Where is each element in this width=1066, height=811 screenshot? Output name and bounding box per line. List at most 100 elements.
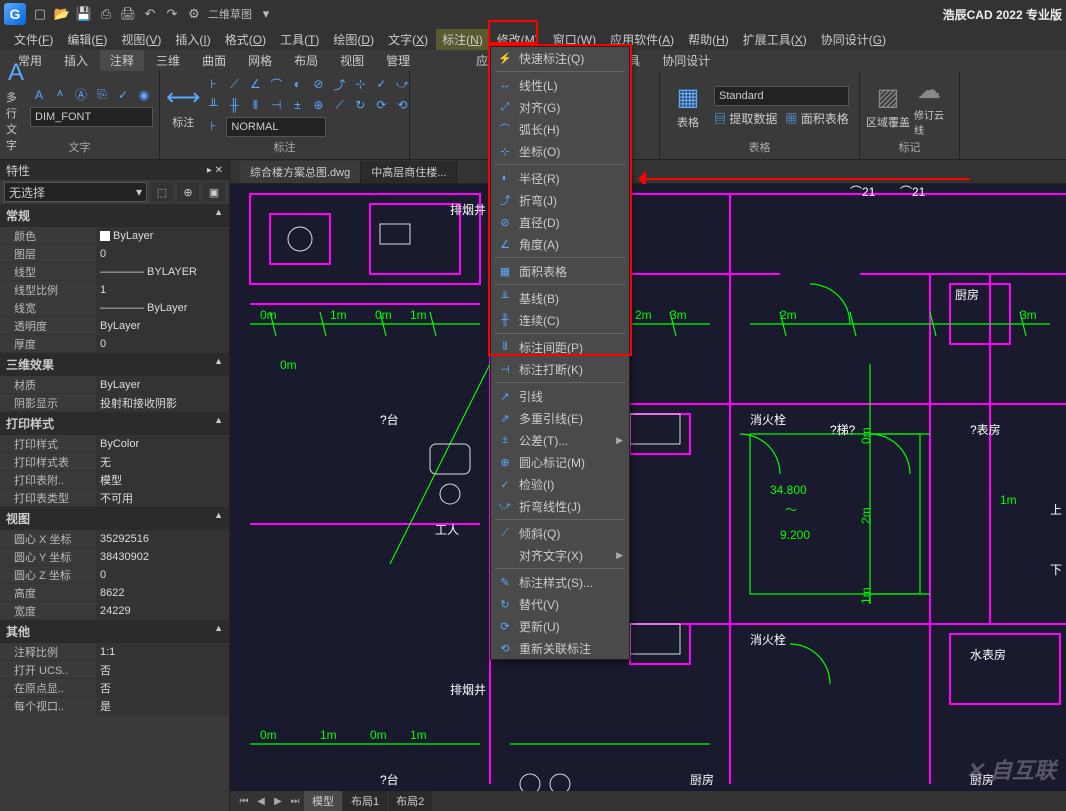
layout-prev-icon[interactable]: ◀ [253, 796, 269, 807]
ribbon-tab-9[interactable] [422, 59, 442, 63]
menu-item-角度(A)[interactable]: ∠角度(A) [491, 233, 629, 255]
prop-row[interactable]: 每个视口..是 [0, 697, 229, 715]
qat-redo-icon[interactable]: ↷ [164, 6, 180, 22]
prop-row[interactable]: 打印样式表无 [0, 453, 229, 471]
layout-2-tab[interactable]: 布局2 [388, 791, 432, 811]
menu-绘图[interactable]: 绘图(D) [327, 29, 380, 50]
areatbl-button[interactable]: ▦ 面积表格 [785, 110, 848, 127]
prop-row[interactable]: 圆心 X 坐标35292516 [0, 530, 229, 548]
prop-group-常规[interactable]: 常规▲ [0, 204, 229, 227]
menu-item-标注间距(P)[interactable]: ⫴标注间距(P) [491, 336, 629, 358]
menu-item-圆心标记(M)[interactable]: ⊕圆心标记(M) [491, 451, 629, 473]
prop-row[interactable]: 线型比例1 [0, 281, 229, 299]
menu-扩展工具[interactable]: 扩展工具(X) [737, 29, 813, 50]
prop-row[interactable]: 圆心 Z 坐标0 [0, 566, 229, 584]
prop-row[interactable]: 在原点显..否 [0, 679, 229, 697]
qat-undo-icon[interactable]: ↶ [142, 6, 158, 22]
ribbon-tab-3[interactable]: 三维 [146, 50, 190, 71]
ribbon-tab-6[interactable]: 布局 [284, 50, 328, 71]
prop-group-其他[interactable]: 其他▲ [0, 620, 229, 643]
menu-item-坐标(O)[interactable]: ⊹坐标(O) [491, 140, 629, 162]
menu-item-检验(I)[interactable]: ✓检验(I) [491, 473, 629, 495]
menu-item-标注样式(S)...[interactable]: ✎标注样式(S)... [491, 571, 629, 593]
menu-格式[interactable]: 格式(O) [219, 29, 272, 50]
doc-tab-2[interactable]: 中高层商住楼... [361, 161, 457, 183]
ribbon-tab-5[interactable]: 网格 [238, 50, 282, 71]
prop-row[interactable]: 材质ByLayer [0, 376, 229, 394]
ribbon-tab-10[interactable] [444, 59, 464, 63]
table-style-combo[interactable]: Standard [714, 86, 849, 106]
layout-next-icon[interactable]: ▶ [270, 796, 286, 807]
prop-row[interactable]: 打开 UCS..否 [0, 661, 229, 679]
menu-协同设计[interactable]: 协同设计(G) [815, 29, 892, 50]
menu-item-对齐文字(X)[interactable]: 对齐文字(X)▶ [491, 544, 629, 566]
prop-row[interactable]: 宽度24229 [0, 602, 229, 620]
revcloud-button[interactable]: ☁ 修订云线 [914, 76, 944, 136]
menu-item-标注打断(K)[interactable]: ⊣标注打断(K) [491, 358, 629, 380]
menu-item-弧长(H)[interactable]: ⌒弧长(H) [491, 118, 629, 140]
selection-combo[interactable]: 无选择▾ [4, 182, 147, 202]
menu-帮助[interactable]: 帮助(H) [682, 29, 735, 50]
ribbon-tab-8[interactable]: 管理 [376, 50, 420, 71]
qselect-icon[interactable]: ⬚ [151, 182, 173, 202]
qat-dropdown-icon[interactable]: ▾ [258, 6, 274, 22]
qat-new-icon[interactable]: ▢ [32, 6, 48, 22]
menu-文件[interactable]: 文件(F) [8, 29, 59, 50]
menu-item-倾斜(Q)[interactable]: ⟋倾斜(Q) [491, 522, 629, 544]
qat-print-icon[interactable]: 🖨 [120, 6, 136, 22]
layout-first-icon[interactable]: ⏮ [236, 796, 252, 807]
menu-item-直径(D)[interactable]: ⊘直径(D) [491, 211, 629, 233]
menu-item-重新关联标注[interactable]: ⟲重新关联标注 [491, 637, 629, 659]
menu-插入[interactable]: 插入(I) [169, 29, 216, 50]
qat-open-icon[interactable]: 📂 [54, 6, 70, 22]
prop-group-三维效果[interactable]: 三维效果▲ [0, 353, 229, 376]
menu-item-基线(B)[interactable]: ╨基线(B) [491, 287, 629, 309]
menu-item-引线[interactable]: ↗引线 [491, 385, 629, 407]
menu-编辑[interactable]: 编辑(E) [61, 29, 113, 50]
props-close-icon[interactable]: ▸ ✕ [207, 165, 223, 176]
dimension-button[interactable]: ⟷ 标注 [166, 76, 200, 136]
menu-视图[interactable]: 视图(V) [115, 29, 167, 50]
extract-button[interactable]: ▤ 提取数据 [714, 110, 777, 127]
menu-标注[interactable]: 标注(N) [436, 29, 489, 50]
layout-last-icon[interactable]: ⏭ [287, 796, 303, 807]
prop-group-打印样式[interactable]: 打印样式▲ [0, 412, 229, 435]
menu-工具[interactable]: 工具(T) [274, 29, 325, 50]
prop-row[interactable]: 打印样式ByColor [0, 435, 229, 453]
prop-row[interactable]: 注释比例1:1 [0, 643, 229, 661]
menu-item-折弯(J)[interactable]: ⤴折弯(J) [491, 189, 629, 211]
layout-1-tab[interactable]: 布局1 [343, 791, 387, 811]
menu-item-连续(C)[interactable]: ╫连续(C) [491, 309, 629, 331]
prop-row[interactable]: 打印表类型不可用 [0, 489, 229, 507]
ribbon-tab-1[interactable]: 插入 [54, 50, 98, 71]
text-style-combo[interactable]: DIM_FONT [30, 107, 153, 127]
prop-row[interactable]: 阴影显示投射和接收阴影 [0, 394, 229, 412]
ribbon-tab-7[interactable]: 视图 [330, 50, 374, 71]
ribbon-tab-14[interactable]: 协同设计 [652, 50, 720, 71]
menu-item-面积表格[interactable]: ▦面积表格 [491, 260, 629, 282]
menu-item-对齐(G)[interactable]: ⤢对齐(G) [491, 96, 629, 118]
dim-style-combo[interactable]: NORMAL [226, 117, 326, 137]
pickadd-icon[interactable]: ⊕ [177, 182, 199, 202]
menu-item-折弯线性(J)[interactable]: ⤻折弯线性(J) [491, 495, 629, 517]
prop-row[interactable]: 圆心 Y 坐标38430902 [0, 548, 229, 566]
qat-view-label[interactable]: 二维草图 [208, 6, 252, 22]
prop-row[interactable]: 线宽———— ByLayer [0, 299, 229, 317]
prop-group-视图[interactable]: 视图▲ [0, 507, 229, 530]
prop-row[interactable]: 透明度ByLayer [0, 317, 229, 335]
doc-tab-1[interactable]: 综合楼方案总图.dwg [240, 161, 361, 183]
menu-文字[interactable]: 文字(X) [382, 29, 434, 50]
ribbon-tab-2[interactable]: 注释 [100, 50, 144, 71]
drawing-canvas[interactable]: 0m1m0m1m 2m3m2m3m 0m 0m1m0m1m 34.800 ～ 9… [230, 184, 1066, 791]
prop-row[interactable]: 打印表附..模型 [0, 471, 229, 489]
ribbon-tab-4[interactable]: 曲面 [192, 50, 236, 71]
prop-row[interactable]: 颜色ByLayer [0, 227, 229, 245]
menu-item-线性(L)[interactable]: ↔线性(L) [491, 74, 629, 96]
menu-item-多重引线(E)[interactable]: ⇗多重引线(E) [491, 407, 629, 429]
select-icon[interactable]: ▣ [203, 182, 225, 202]
layout-model-tab[interactable]: 模型 [304, 791, 342, 811]
prop-row[interactable]: 线型———— BYLAYER [0, 263, 229, 281]
prop-row[interactable]: 图层0 [0, 245, 229, 263]
menu-item-替代(V)[interactable]: ↻替代(V) [491, 593, 629, 615]
mtext-button[interactable]: A 多行文字 [6, 76, 26, 136]
